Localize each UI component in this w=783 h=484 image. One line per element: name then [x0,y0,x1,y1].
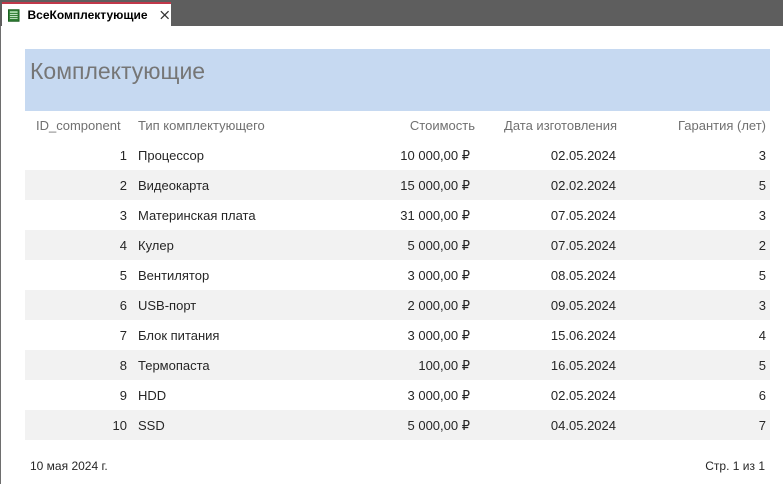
column-headers: ID_component Тип комплектующего Стоимост… [25,111,770,140]
table-row: 4 Кулер 5 000,00 ₽ 07.05.2024 2 [25,230,770,260]
cell-type: Вентилятор [138,268,210,283]
header-warranty: Гарантия (лет) [677,118,766,133]
cell-type: Процессор [138,148,204,163]
cell-id: 8 [119,358,127,373]
report-rows: 1 Процессор 10 000,00 ₽ 02.05.2024 3 2 В… [25,140,770,440]
table-row: 6 USB-порт 2 000,00 ₽ 09.05.2024 3 [25,290,770,320]
header-id-component: ID_component [36,118,121,133]
cell-type: SSD [138,418,165,433]
tab-label: ВсеКомплектующие [27,8,148,22]
cell-date: 02.05.2024 [550,148,616,163]
close-icon[interactable] [158,8,171,22]
cell-cost: 2 000,00 ₽ [407,298,471,313]
cell-warranty: 3 [758,298,766,313]
cell-cost: 5 000,00 ₽ [407,238,471,253]
cell-type: Материнская плата [138,208,256,223]
cell-cost: 15 000,00 ₽ [400,178,470,193]
cell-type: USB-порт [138,298,197,313]
cell-warranty: 5 [758,268,766,283]
report-window: ВсеКомплектующие Комплектующие ID_compon… [0,0,783,484]
cell-id: 4 [119,238,127,253]
cell-cost: 5 000,00 ₽ [407,418,471,433]
page-number: Стр. 1 из 1 [705,459,765,473]
table-row: 9 HDD 3 000,00 ₽ 02.05.2024 6 [25,380,770,410]
cell-id: 2 [119,178,127,193]
cell-warranty: 5 [758,178,766,193]
table-row: 5 Вентилятор 3 000,00 ₽ 08.05.2024 5 [25,260,770,290]
cell-id: 5 [119,268,127,283]
cell-date: 04.05.2024 [550,418,616,433]
cell-id: 10 [112,418,127,433]
document-tab-bar: ВсеКомплектующие [0,0,783,26]
header-cost: Стоимость [409,118,475,133]
cell-id: 9 [119,388,127,403]
cell-cost: 3 000,00 ₽ [407,268,471,283]
tab-vsekomplektuyushchie[interactable]: ВсеКомплектующие [2,2,171,26]
cell-cost: 10 000,00 ₽ [400,148,470,163]
cell-date: 15.06.2024 [550,328,616,343]
cell-cost: 3 000,00 ₽ [407,328,471,343]
cell-id: 3 [119,208,127,223]
cell-cost: 31 000,00 ₽ [400,208,470,223]
cell-warranty: 5 [758,358,766,373]
cell-date: 02.02.2024 [550,178,616,193]
cell-type: Видеокарта [138,178,210,193]
cell-id: 7 [119,328,127,343]
cell-date: 08.05.2024 [550,268,616,283]
report-icon [8,8,20,22]
table-row: 7 Блок питания 3 000,00 ₽ 15.06.2024 4 [25,320,770,350]
cell-warranty: 2 [758,238,766,253]
table-row: 2 Видеокарта 15 000,00 ₽ 02.02.2024 5 [25,170,770,200]
report-date: 10 мая 2024 г. [30,459,108,473]
cell-type: Блок питания [138,328,220,343]
cell-warranty: 6 [758,388,766,403]
report-header: Комплектующие [25,49,770,111]
cell-type: Термопаста [138,358,210,373]
cell-warranty: 3 [758,208,766,223]
table-row: 3 Материнская плата 31 000,00 ₽ 07.05.20… [25,200,770,230]
cell-warranty: 4 [758,328,766,343]
table-row: 1 Процессор 10 000,00 ₽ 02.05.2024 3 [25,140,770,170]
table-row: 8 Термопаста 100,00 ₽ 16.05.2024 5 [25,350,770,380]
cell-id: 6 [119,298,127,313]
cell-warranty: 3 [758,148,766,163]
cell-id: 1 [119,148,127,163]
cell-cost: 3 000,00 ₽ [407,388,471,403]
cell-type: HDD [138,388,167,403]
header-component-type: Тип комплектующего [138,118,265,133]
cell-date: 16.05.2024 [550,358,616,373]
cell-date: 07.05.2024 [550,208,616,223]
cell-warranty: 7 [758,418,766,433]
header-manufacture-date: Дата изготовления [504,118,617,133]
cell-date: 02.05.2024 [550,388,616,403]
cell-date: 09.05.2024 [550,298,616,313]
report-title: Комплектующие [30,58,206,84]
table-row: 10 SSD 5 000,00 ₽ 04.05.2024 7 [25,410,770,440]
cell-date: 07.05.2024 [550,238,616,253]
cell-cost: 100,00 ₽ [418,358,470,373]
content-border [0,26,1,484]
cell-type: Кулер [138,238,174,253]
